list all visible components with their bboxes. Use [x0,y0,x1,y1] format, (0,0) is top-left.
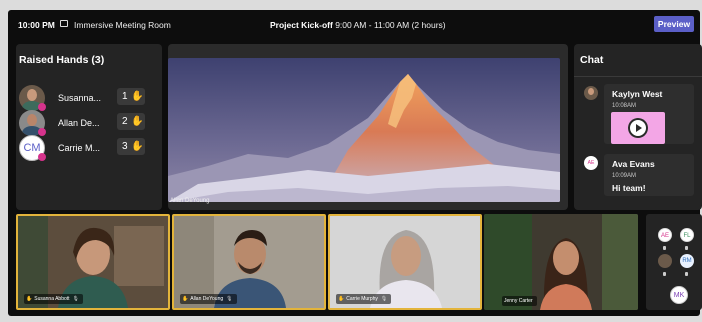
raise-order-badge: 2 ✋ [117,113,145,130]
raise-order-number: 1 [122,91,128,102]
microphone-icon [663,272,666,276]
participant-nametag: ✋ Carrie Murphy 🎙 [336,294,392,304]
status-dot [38,153,46,161]
meeting-mode-label: Immersive Meeting Room [74,20,171,30]
participant-name: Susanna Abbott [34,296,70,302]
raised-hand-icon: ✋ [131,141,144,152]
microphone-icon [685,246,688,250]
raise-order-number: 3 [122,141,128,152]
video-tile[interactable]: ✋ Allan DeYoung 🎙 [172,214,326,310]
raised-hand-item[interactable]: Allan De... 2 ✋ [19,110,159,136]
chat-title: Chat [580,54,604,66]
raised-hand-name: Carrie M... [58,143,101,153]
participant-avatar[interactable]: RM [680,254,694,268]
microphone-icon: 🎙 [72,296,79,302]
raise-order-number: 2 [122,116,128,127]
message-sender: Kaylyn West [612,89,663,99]
message-time: 10:08AM [612,103,637,109]
microphone-icon: 🎙 [226,296,233,302]
raised-hand-icon: ✋ [26,296,33,302]
top-bar: 10:00 PM Immersive Meeting Room Project … [8,10,700,40]
preview-button[interactable]: Preview [654,16,694,32]
message-time: 10:09AM [612,173,637,179]
video-tile[interactable]: ✋ Carrie Murphy 🎙 [328,214,482,310]
message-sender: Ava Evans [612,159,655,169]
divider [574,76,702,77]
raised-hand-icon: ✋ [131,116,144,127]
participants-strip: AE FL RM MK [646,214,702,310]
raised-hands-panel: Raised Hands (3) Susanna... 1 ✋ Allan De… [16,44,162,210]
avatar: AE [584,156,598,170]
microphone-icon [663,246,666,250]
raised-hand-icon: ✋ [131,91,144,102]
raised-hand-name: Susanna... [58,93,102,103]
microphone-icon: 🎙 [380,296,388,302]
raised-hand-icon: ✋ [338,296,345,302]
microphone-icon [685,272,688,276]
participant-avatar[interactable]: AE [658,228,672,242]
meeting-title: Project Kick-off [270,20,333,30]
raised-hands-title: Raised Hands (3) [19,54,105,66]
raised-hand-item[interactable]: CM Carrie M... 3 ✋ [19,135,159,161]
participant-avatar[interactable]: MK [670,286,688,304]
video-tile[interactable]: Jenny Carter [484,214,638,310]
chat-message: Ava Evans 10:09AM Hi team! [604,154,694,196]
raised-hand-icon: ✋ [182,296,189,302]
participant-name: Jenny Carter [504,298,533,304]
participant-nametag: ✋ Allan DeYoung 🎙 [180,294,237,304]
participant-name: Carrie Murphy [346,296,378,302]
participant-nametag: Jenny Carter [502,296,537,306]
participant-avatar[interactable] [658,254,672,268]
window-icon [60,20,68,27]
meeting-info: Project Kick-off 9:00 AM - 11:00 AM (2 h… [270,20,446,30]
shared-image [168,58,560,202]
participant-avatar[interactable]: FL [680,228,694,242]
raise-order-badge: 3 ✋ [117,138,145,155]
presenter-name: Allan DeYoung [170,198,210,204]
message-text: Hi team! [612,183,646,193]
raise-order-badge: 1 ✋ [117,88,145,105]
participant-nametag: ✋ Susanna Abbott 🎙 [24,294,83,304]
chat-panel: Chat Kaylyn West 10:08AM AE Ava Evans 10… [574,44,702,210]
raised-hand-item[interactable]: Susanna... 1 ✋ [19,85,159,111]
gif-play-icon[interactable] [628,118,648,138]
raised-hand-name: Allan De... [58,118,100,128]
main-stage[interactable]: Allan DeYoung [168,44,568,210]
clock: 10:00 PM [18,20,55,30]
participant-name: Allan DeYoung [190,296,224,302]
meeting-time: 9:00 AM - 11:00 AM (2 hours) [335,20,446,30]
meeting-window: 10:00 PM Immersive Meeting Room Project … [8,10,702,316]
video-tile[interactable]: ✋ Susanna Abbott 🎙 [16,214,170,310]
gif-attachment[interactable] [611,112,665,144]
avatar [584,86,598,100]
chat-message: Kaylyn West 10:08AM [604,84,694,144]
